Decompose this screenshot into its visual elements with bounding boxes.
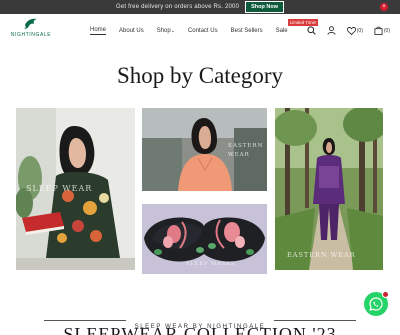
site-header: NIGHTINGALE Home About Us Shop⌄ Contact … [0, 14, 400, 50]
header-icons: (0) (0) [296, 26, 390, 35]
nav-item-sale[interactable]: Sale Limited Time! [275, 19, 319, 34]
nightingale-bird-icon [24, 18, 37, 29]
nav-item-best-sellers[interactable]: Best Sellers [231, 28, 263, 34]
heart-icon [346, 26, 356, 35]
nav-item-contact-us[interactable]: Contact Us [188, 28, 218, 34]
cart-button[interactable]: (0) [374, 26, 390, 35]
divider-line-right [274, 320, 356, 321]
nav-item-about-us[interactable]: About Us [119, 28, 144, 34]
section-title: Shop by Category [116, 63, 284, 88]
limited-time-badge: Limited Time! [287, 19, 319, 26]
cart-count: (0) [383, 27, 390, 34]
divider-line-left [44, 320, 126, 321]
category-tile-eastern-wear[interactable]: EASTERN WEAR [142, 108, 267, 191]
category-tile-sleep-masks[interactable]: SLEEP MASKS [142, 204, 267, 274]
account-icon[interactable] [327, 26, 336, 35]
announcement-bar: Get free delivery on orders above Rs. 20… [0, 0, 400, 14]
chevron-down-icon: ⌄ [170, 28, 175, 34]
notification-dot [382, 291, 389, 298]
category-label-sleep-masks: SLEEP MASKS [186, 261, 236, 267]
whatsapp-chat-button[interactable] [364, 291, 389, 316]
category-label-eastern-wear-2: EASTERN WEAR [287, 251, 356, 259]
whatsapp-icon [369, 297, 383, 311]
search-icon[interactable] [307, 26, 316, 35]
brand-name: NIGHTINGALE [10, 32, 52, 38]
shopping-bag-icon [374, 26, 383, 35]
nav-item-home[interactable]: Home [90, 27, 107, 35]
eastern-wear-outdoor-photo [275, 108, 383, 270]
brand-logo[interactable]: NIGHTINGALE [10, 17, 52, 38]
category-tile-eastern-wear-2[interactable]: EASTERN WEAR [275, 108, 383, 270]
wishlist-count: (0) [356, 27, 363, 34]
category-label-sleep-wear: SLEEP WEAR [26, 184, 93, 193]
shop-now-button[interactable]: Shop Now [245, 1, 285, 13]
category-tile-sleep-wear[interactable]: SLEEP WEAR [16, 108, 135, 270]
nav-item-sale-label: Sale [275, 28, 288, 34]
nav-item-shop[interactable]: Shop⌄ [157, 28, 175, 34]
collection-title: SLEEPWEAR COLLECTION '23 [63, 324, 337, 335]
announcement-message: Get free delivery on orders above Rs. 20… [115, 4, 240, 10]
wishlist-button[interactable]: (0) [346, 26, 363, 35]
close-announcement-icon[interactable]: × [380, 3, 388, 11]
main-nav: Home About Us Shop⌄ Contact Us Best Sell… [90, 19, 319, 35]
nav-item-shop-label: Shop [156, 28, 171, 34]
category-label-eastern-wear: EASTERN WEAR [228, 143, 264, 158]
